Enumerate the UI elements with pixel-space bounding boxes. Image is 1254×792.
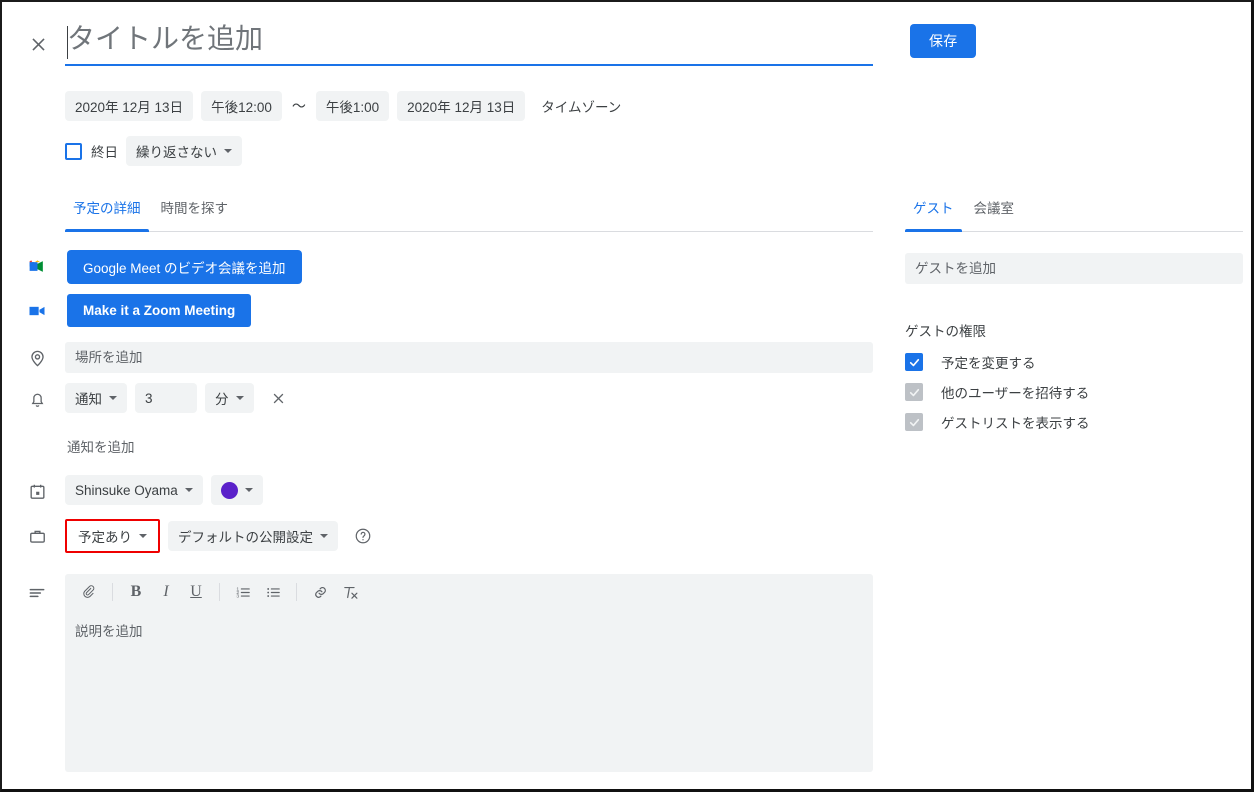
calendar-row: Shinsuke Oyama — [65, 475, 263, 505]
guest-permissions-list: 予定を変更する 他のユーザーを招待する ゲストリストを表示する — [905, 347, 1243, 437]
description-toolbar: B I U 1 2 3 — [65, 574, 873, 610]
italic-icon[interactable]: I — [152, 578, 180, 606]
color-swatch-icon — [220, 481, 238, 499]
notification-type-dropdown[interactable]: 通知 — [65, 383, 127, 413]
notification-unit-dropdown[interactable]: 分 — [205, 383, 254, 413]
permission-row-invite-others: 他のユーザーを招待する — [905, 377, 1243, 407]
schedule-row: 2020年 12月 13日 午後12:00 〜 午後1:00 2020年 12月… — [65, 91, 621, 121]
description-placeholder: 説明を追加 — [75, 624, 143, 639]
bold-icon[interactable]: B — [122, 578, 150, 606]
availability-row: 予定あり デフォルトの公開設定 — [65, 519, 372, 553]
start-date-chip[interactable]: 2020年 12月 13日 — [65, 91, 194, 121]
guest-permissions-title: ゲストの権限 — [905, 324, 986, 339]
permission-label-modify-event: 予定を変更する — [941, 356, 1036, 371]
svg-text:3: 3 — [236, 593, 239, 599]
tab-rooms[interactable]: 会議室 — [966, 202, 1023, 231]
busy-status-label: 予定あり — [78, 530, 132, 545]
right-tab-bar: ゲスト 会議室 — [905, 202, 1243, 232]
video-camera-icon — [26, 300, 48, 322]
tab-guests[interactable]: ゲスト — [905, 202, 962, 232]
permission-label-invite-others: 他のユーザーを招待する — [941, 386, 1090, 401]
notification-row: 通知 分 — [65, 383, 290, 413]
numbered-list-icon[interactable]: 1 2 3 — [229, 578, 257, 606]
google-meet-icon — [26, 255, 48, 277]
all-day-label: 終日 — [91, 145, 118, 160]
all-day-checkbox[interactable] — [65, 142, 82, 160]
notification-unit-label: 分 — [215, 392, 229, 407]
location-pin-icon — [26, 347, 48, 369]
attach-icon[interactable] — [75, 578, 103, 606]
chevron-down-icon — [109, 396, 117, 400]
permission-checkbox-invite-others — [905, 383, 923, 401]
recurrence-dropdown[interactable]: 繰り返さない — [126, 136, 242, 166]
tab-find-time[interactable]: 時間を探す — [153, 202, 237, 231]
calendar-icon — [26, 480, 48, 502]
permission-checkbox-see-guest-list — [905, 413, 923, 431]
chevron-down-icon — [184, 488, 193, 492]
bell-icon — [26, 388, 48, 410]
title-field-wrapper — [65, 20, 873, 68]
calendar-owner-dropdown[interactable]: Shinsuke Oyama — [65, 475, 203, 505]
visibility-dropdown[interactable]: デフォルトの公開設定 — [168, 521, 338, 551]
permission-label-see-guest-list: ゲストリストを表示する — [941, 416, 1090, 431]
toolbar-divider — [112, 583, 113, 601]
all-day-row: 終日 繰り返さない — [65, 136, 242, 166]
left-tab-bar: 予定の詳細 時間を探す — [65, 202, 873, 232]
notification-type-label: 通知 — [75, 392, 102, 407]
chevron-down-icon — [320, 534, 328, 538]
add-guest-input[interactable] — [905, 253, 1243, 284]
clear-formatting-icon[interactable] — [336, 578, 364, 606]
time-range-separator: 〜 — [291, 98, 306, 114]
make-zoom-meeting-button[interactable]: Make it a Zoom Meeting — [67, 294, 252, 327]
end-date-chip[interactable]: 2020年 12月 13日 — [397, 91, 526, 121]
chevron-down-icon — [139, 534, 147, 538]
permission-checkbox-modify-event[interactable] — [905, 353, 923, 371]
event-editor-window: 保存 2020年 12月 13日 午後12:00 〜 午後1:00 2020年 … — [0, 0, 1254, 792]
save-button[interactable]: 保存 — [910, 24, 977, 58]
text-caret — [67, 26, 68, 59]
chevron-down-icon — [244, 488, 253, 492]
location-input[interactable] — [65, 342, 873, 373]
remove-notification-icon[interactable] — [268, 387, 290, 409]
event-color-dropdown[interactable] — [210, 475, 263, 505]
briefcase-icon — [26, 525, 48, 547]
event-title-input[interactable] — [65, 20, 873, 66]
bulleted-list-icon[interactable] — [259, 578, 287, 606]
calendar-owner-label: Shinsuke Oyama — [75, 482, 178, 498]
chevron-down-icon — [224, 149, 232, 153]
close-icon[interactable] — [24, 30, 52, 58]
notification-amount-input[interactable] — [135, 383, 197, 413]
toolbar-divider — [296, 583, 297, 601]
add-google-meet-button[interactable]: Google Meet のビデオ会議を追加 — [67, 250, 302, 284]
underline-icon[interactable]: U — [182, 578, 210, 606]
start-time-chip[interactable]: 午後12:00 — [201, 91, 282, 121]
chevron-down-icon — [235, 396, 244, 400]
recurrence-label: 繰り返さない — [136, 145, 217, 160]
add-notification-button[interactable]: 通知を追加 — [67, 436, 135, 456]
help-circle-icon[interactable] — [353, 527, 372, 546]
permission-row-modify-event: 予定を変更する — [905, 347, 1243, 377]
visibility-label: デフォルトの公開設定 — [178, 530, 313, 545]
busy-status-dropdown[interactable]: 予定あり — [65, 519, 160, 553]
description-editor[interactable]: B I U 1 2 3 説明を追加 — [65, 574, 873, 772]
timezone-button[interactable]: タイムゾーン — [541, 96, 621, 116]
permission-row-see-guest-list: ゲストリストを表示する — [905, 407, 1243, 437]
end-time-chip[interactable]: 午後1:00 — [315, 91, 390, 121]
toolbar-divider — [219, 583, 220, 601]
link-icon[interactable] — [306, 578, 334, 606]
description-lines-icon — [26, 582, 48, 604]
tab-event-details[interactable]: 予定の詳細 — [65, 202, 149, 232]
